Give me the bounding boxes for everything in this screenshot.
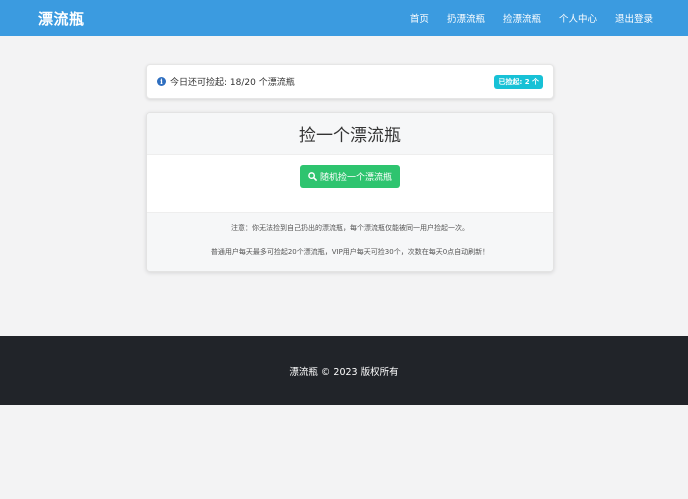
- card-header: 捡一个漂流瓶: [147, 113, 553, 155]
- random-pick-button[interactable]: 随机捡一个漂流瓶: [300, 165, 400, 188]
- brand-logo[interactable]: 漂流瓶: [38, 8, 85, 29]
- site-footer: 漂流瓶 © 2023 版权所有: [0, 336, 688, 405]
- quota-text: 今日还可捡起: 18/20 个漂流瓶: [170, 78, 295, 88]
- info-icon: i: [157, 77, 166, 86]
- random-pick-label: 随机捡一个漂流瓶: [319, 173, 392, 183]
- nav-pick-bottle[interactable]: 捡漂流瓶: [503, 11, 541, 25]
- search-icon: [308, 172, 317, 181]
- copyright-text: 漂流瓶 © 2023 版权所有: [289, 366, 399, 378]
- picked-count-badge: 已捡起: 2 个: [494, 74, 543, 89]
- pick-quota-alert: i 今日还可捡起: 18/20 个漂流瓶 已捡起: 2 个: [146, 64, 554, 99]
- pick-bottle-card: 捡一个漂流瓶 随机捡一个漂流瓶 注意：你无法捡到自己扔出的漂流瓶，每个漂流瓶仅能…: [146, 112, 554, 272]
- nav-home[interactable]: 首页: [410, 11, 429, 25]
- nav-profile[interactable]: 个人中心: [559, 11, 597, 25]
- card-footer: 注意：你无法捡到自己扔出的漂流瓶，每个漂流瓶仅能被同一用户捡起一次。 普通用户每…: [147, 212, 553, 271]
- card-body: 随机捡一个漂流瓶: [147, 155, 553, 212]
- page-title: 捡一个漂流瓶: [299, 126, 401, 146]
- quota-info: i 今日还可捡起: 18/20 个漂流瓶: [157, 75, 295, 88]
- navbar: 漂流瓶 首页 扔漂流瓶 捡漂流瓶 个人中心 退出登录: [0, 0, 688, 36]
- pick-note: 注意：你无法捡到自己扔出的漂流瓶，每个漂流瓶仅能被同一用户捡起一次。: [231, 224, 469, 232]
- nav-throw-bottle[interactable]: 扔漂流瓶: [447, 11, 485, 25]
- pick-limit-note: 普通用户每天最多可捡起20个漂流瓶，VIP用户每天可捡30个，次数在每天0点自动…: [210, 248, 490, 256]
- nav-logout[interactable]: 退出登录: [615, 11, 653, 25]
- nav-links: 首页 扔漂流瓶 捡漂流瓶 个人中心 退出登录: [410, 11, 653, 25]
